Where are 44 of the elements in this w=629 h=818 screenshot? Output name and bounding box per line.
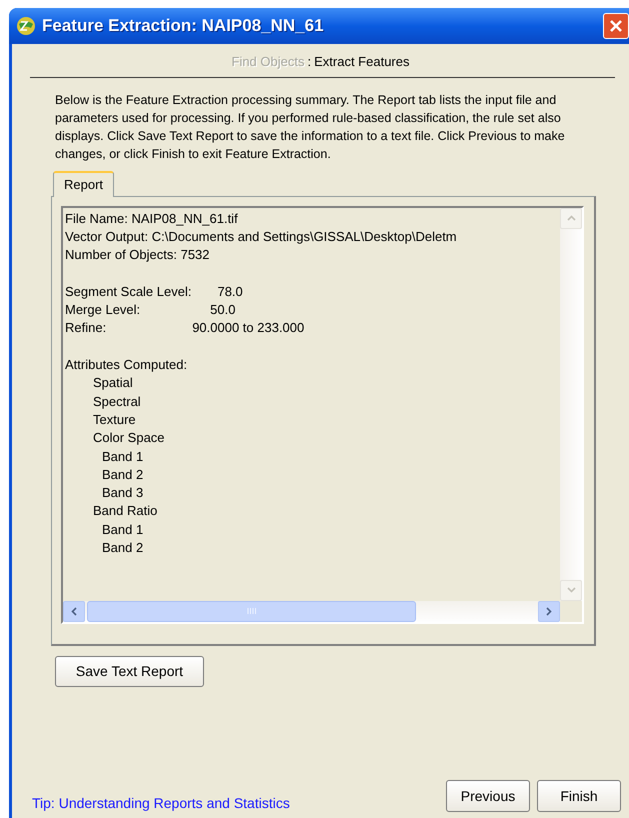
attribute-line: Band 2: [101, 539, 144, 558]
step-separator: :: [307, 53, 312, 71]
parameter-label: Refine:: [65, 319, 106, 338]
parameter-value: 90.0000 to 233.000: [192, 319, 304, 338]
parameter-label: Merge Level:: [65, 301, 140, 320]
scroll-left-button[interactable]: [63, 600, 85, 622]
scroll-up-button[interactable]: [560, 208, 582, 229]
scroll-right-button[interactable]: [538, 600, 560, 622]
attribute-line: Spectral: [92, 392, 142, 411]
step-label: Extract Features: [314, 53, 410, 71]
close-icon: [609, 19, 623, 33]
attribute-line: Band 3: [101, 484, 144, 502]
previous-button[interactable]: Previous: [446, 780, 530, 812]
horizontal-scrollbar[interactable]: [63, 600, 560, 622]
step-label: Find Objects: [232, 53, 304, 71]
close-button[interactable]: [603, 13, 629, 39]
attribute-line: Band 2: [101, 466, 144, 484]
parameter-value: 78.0: [217, 282, 243, 301]
attribute-line: Band 1: [101, 520, 144, 539]
report-line: Vector Output: C:\Documents and Settings\GISSAL\Desktop\Deletm: [65, 228, 458, 246]
attribute-line: Spatial: [92, 374, 134, 392]
parameter-label: Segment Scale Level:: [65, 282, 192, 301]
report-tab[interactable]: Report: [53, 170, 114, 197]
window-title: Feature Extraction: NAIP08_NN_61: [42, 15, 324, 38]
report-line: Number of Objects: 7532: [65, 246, 211, 264]
chevron-up-icon: [566, 215, 576, 222]
attribute-line: Band 1: [101, 448, 144, 466]
vertical-scrollbar[interactable]: [560, 208, 582, 601]
parameter-value: 50.0: [210, 301, 236, 320]
description-text: Below is the Feature Extraction processing summary. The Report tab lists the input file and parameters used for processing. If you performed rule-based classification, the rule set also displays. Click Save Text Report to save the information to a text file. Click Previous to make changes, or click Finish to exit Feature Extraction.: [55, 92, 566, 164]
save-text-report-button[interactable]: Save Text Report: [55, 656, 204, 687]
scroll-thumb[interactable]: [87, 600, 416, 622]
chevron-right-icon: [546, 606, 552, 616]
attribute-line: Texture: [92, 410, 137, 429]
chevron-left-icon: [71, 606, 77, 616]
attribute-line: Color Space: [92, 429, 166, 448]
attribute-line: Band Ratio: [92, 502, 158, 520]
attributes-heading: Attributes Computed:: [65, 356, 188, 374]
finish-button[interactable]: Finish: [537, 780, 621, 812]
tip-link[interactable]: Tip: Understanding Reports and Statistics: [32, 793, 290, 814]
grip-icon: [246, 607, 256, 616]
globe-icon: [16, 16, 36, 36]
chevron-down-icon: [566, 587, 576, 594]
report-line: File Name: NAIP08_NN_61.tif: [65, 210, 239, 228]
